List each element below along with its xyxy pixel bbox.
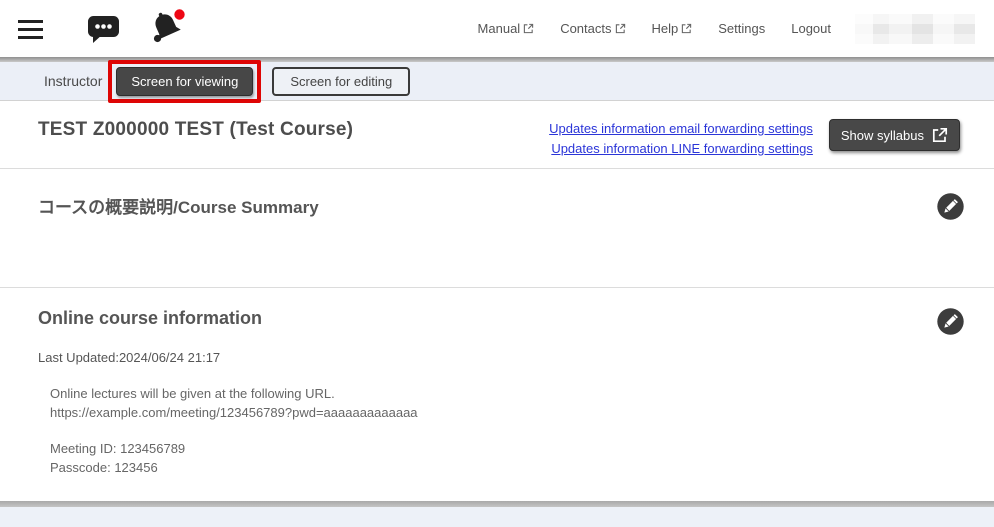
nav-logout-link[interactable]: Logout [791, 21, 831, 36]
nav-help-link[interactable]: Help [652, 21, 693, 36]
last-updated-timestamp: Last Updated:2024/06/24 21:17 [38, 350, 964, 365]
nav-manual-link[interactable]: Manual [478, 21, 535, 36]
role-label: Instructor [44, 73, 102, 89]
bell-clapper [154, 34, 161, 41]
screen-for-editing-tab[interactable]: Screen for editing [272, 67, 410, 96]
nav-contacts-link[interactable]: Contacts [560, 21, 625, 36]
bell-notification-icon [147, 7, 189, 47]
external-link-icon [932, 127, 948, 143]
page-footer [0, 507, 994, 527]
line-forwarding-settings-link[interactable]: Updates information LINE forwarding sett… [551, 141, 813, 156]
pencil-edit-icon [937, 308, 964, 335]
external-link-icon [681, 23, 692, 34]
external-link-icon [615, 23, 626, 34]
show-syllabus-button[interactable]: Show syllabus [829, 119, 960, 151]
edit-course-summary-button[interactable] [937, 193, 964, 220]
nav-settings-link[interactable]: Settings [718, 21, 765, 36]
role-tabbar: Instructor Screen for viewing Screen for… [0, 62, 994, 101]
top-nav: Manual Contacts Help Settings Logout [478, 21, 831, 36]
notification-dot [174, 9, 184, 19]
chat-messages-button[interactable] [87, 14, 121, 44]
lecture-url-intro: Online lectures will be given at the fol… [50, 385, 964, 404]
lecture-url: https://example.com/meeting/123456789?pw… [50, 404, 964, 423]
course-summary-title: コースの概要説明/Course Summary [38, 193, 319, 218]
hamburger-menu-icon[interactable] [18, 20, 43, 39]
redacted-username [855, 14, 975, 44]
online-course-body: Online lectures will be given at the fol… [50, 385, 964, 477]
course-title: TEST Z000000 TEST (Test Course) [38, 119, 353, 141]
app-header: Manual Contacts Help Settings Logout [0, 0, 994, 57]
annotation-highlight-box: Screen for viewing [108, 60, 261, 103]
external-link-icon [523, 23, 534, 34]
meeting-id: Meeting ID: 123456789 [50, 440, 964, 459]
email-forwarding-settings-link[interactable]: Updates information email forwarding set… [549, 121, 813, 136]
online-course-info-title: Online course information [38, 308, 262, 329]
notifications-button[interactable] [147, 7, 189, 47]
online-course-info-section: Online course information Last Updated:2… [0, 288, 994, 501]
chat-bubble-icon [87, 14, 121, 44]
pencil-edit-icon [937, 193, 964, 220]
course-summary-section: コースの概要説明/Course Summary [0, 169, 994, 288]
course-header: TEST Z000000 TEST (Test Course) Updates … [0, 101, 994, 169]
edit-online-course-info-button[interactable] [937, 308, 964, 335]
forwarding-links: Updates information email forwarding set… [549, 119, 813, 156]
screen-for-viewing-tab[interactable]: Screen for viewing [116, 67, 253, 96]
passcode: Passcode: 123456 [50, 459, 964, 478]
